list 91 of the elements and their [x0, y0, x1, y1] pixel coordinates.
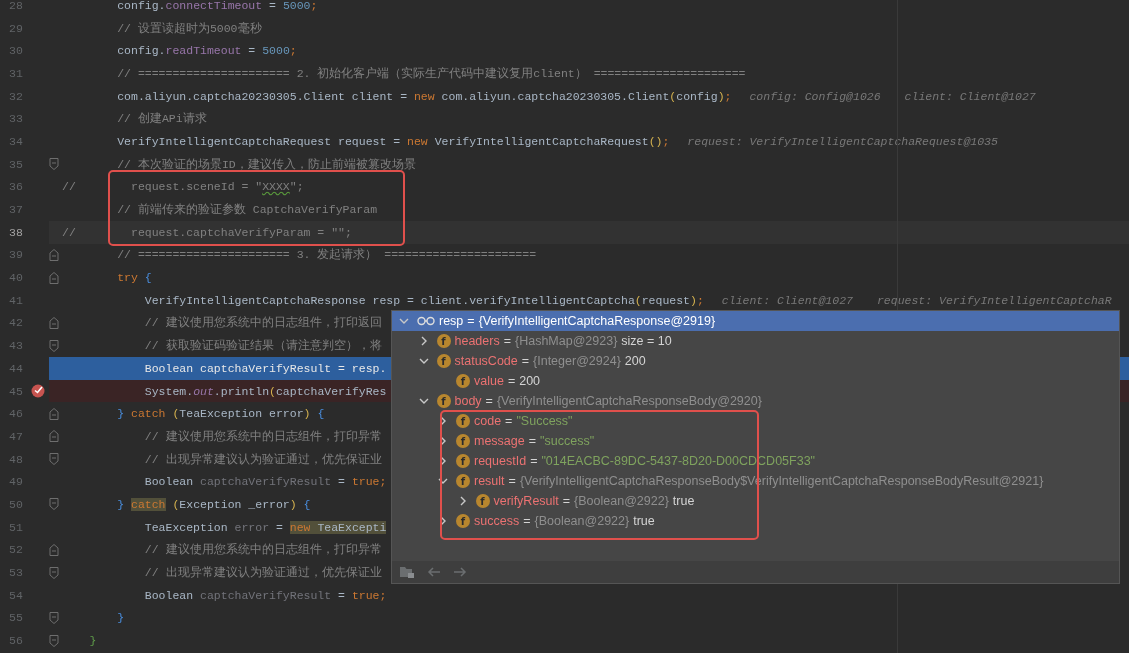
tree-row[interactable]: f statusCode = {Integer@2924} 200 — [392, 351, 1119, 371]
tree-row[interactable]: f body = {VerifyIntelligentCaptchaResponseBody@2920} — [392, 391, 1119, 411]
variable-label: success = {Boolean@2922} true — [474, 514, 655, 528]
code-line: System.out.println(captchaVerifyRes — [143, 384, 387, 398]
line-number: 41 — [8, 293, 24, 307]
code-line: // 建议使用您系统中的日志组件，打印异常 — [143, 428, 382, 444]
field-badge: f — [436, 394, 451, 408]
tree-row[interactable]: f headers = {HashMap@2923} size = 10 — [392, 331, 1119, 351]
code-line: // 设置读超时为5000毫秒 — [116, 20, 262, 36]
line-number: 49 — [8, 475, 24, 489]
code-line: config.connectTimeout = 5000; — [116, 0, 318, 12]
line-number: 56 — [8, 634, 24, 648]
code-line: // ====================== 3. 发起请求） ====================== — [116, 247, 537, 263]
variable-label: headers = {HashMap@2923} size = 10 — [454, 334, 672, 348]
tree-row[interactable]: f success = {Boolean@2922} true — [392, 511, 1119, 531]
variable-label: resp = {VerifyIntelligentCaptchaResponse@2919} — [439, 314, 716, 328]
code-line: try { — [116, 271, 152, 285]
line-number: 35 — [8, 157, 24, 171]
line-number: 33 — [8, 112, 24, 126]
line-number: 42 — [8, 316, 24, 330]
line-number: 30 — [8, 44, 24, 58]
line-number: 44 — [8, 361, 24, 375]
field-badge: f — [436, 354, 451, 368]
field-badge: f — [475, 494, 490, 508]
debug-value-hint: request: VerifyIntelligentCaptchaR — [876, 293, 1112, 307]
code-line: // 建议使用您系统中的日志组件，打印返回 — [143, 315, 382, 331]
field-badge: f — [456, 474, 470, 488]
tree-row[interactable]: f verifyResult = {Boolean@2922} true — [392, 491, 1119, 511]
field-badge: f — [456, 454, 470, 468]
line-number: 29 — [8, 21, 24, 35]
tree-row[interactable]: resp = {VerifyIntelligentCaptchaResponse@2919} — [392, 311, 1119, 331]
code-line: } — [88, 634, 97, 648]
code-line: // 出现异常建议认为验证通过，优先保证业 — [143, 451, 382, 467]
debug-value-hint: request: VerifyIntelligentCaptchaRequest@1035 — [687, 134, 998, 148]
debug-value-hint: config: Config@1026 — [749, 89, 881, 103]
variable-label: verifyResult = {Boolean@2922} true — [493, 494, 695, 508]
debug-value-hint: client: Client@1027 — [721, 293, 853, 307]
variable-label: statusCode = {Integer@2924} 200 — [454, 354, 646, 368]
field-badge: f — [456, 414, 470, 428]
line-number: 31 — [8, 66, 24, 80]
line-number: 36 — [8, 180, 24, 194]
code-line: // 获取验证码验证结果（请注意判空），将 — [143, 338, 382, 354]
tree-row[interactable]: f value = 200 — [392, 371, 1119, 391]
line-number: 37 — [8, 203, 24, 217]
line-number: 45 — [8, 384, 24, 398]
line-number: 53 — [8, 566, 24, 580]
code-line: Boolean captchaVerifyResult = resp. — [143, 361, 387, 375]
line-number: 40 — [8, 271, 24, 285]
code-line: // ====================== 2. 初始化客户端（实际生产代码中建议复用client） ====================== — [116, 65, 746, 81]
line-number: 46 — [8, 407, 24, 421]
variable-label: message = "success" — [474, 434, 595, 448]
code-line: } catch (Exception _error) { — [116, 497, 311, 511]
line-number: 43 — [8, 339, 24, 353]
field-badge: f — [436, 334, 451, 348]
line-number: 52 — [8, 543, 24, 557]
code-line: config.readTimeout = 5000; — [116, 44, 297, 58]
line-number: 28 — [8, 0, 24, 12]
code-line: Boolean captchaVerifyResult = true; — [143, 475, 387, 489]
debug-value-hint: client: Client@1027 — [904, 89, 1036, 103]
line-number: 55 — [8, 611, 24, 625]
field-badge: f — [456, 374, 470, 388]
code-line: com.aliyun.captcha20230305.Client client = new com.aliyun.captcha20230305.Client(config); — [116, 89, 732, 103]
line-number: 47 — [8, 429, 24, 443]
code-line: // 出现异常建议认为验证通过，优先保证业 — [143, 565, 382, 581]
line-number: 48 — [8, 452, 24, 466]
code-line: // 创建APi请求 — [116, 111, 207, 127]
line-number: 32 — [8, 89, 24, 103]
tree-row[interactable]: f code = "Success" — [392, 411, 1119, 431]
line-number: 51 — [8, 520, 24, 534]
tree-row[interactable]: f message = "success" — [392, 431, 1119, 451]
code-line: // 前端传来的验证参数 CaptchaVerifyParam — [116, 202, 378, 218]
variable-label: body = {VerifyIntelligentCaptchaResponseBody@2920} — [454, 394, 762, 408]
line-number: 39 — [8, 248, 24, 262]
code-line: VerifyIntelligentCaptchaRequest request = new VerifyIntelligentCaptchaRequest(); — [116, 134, 670, 148]
code-line: // 本次验证的场景ID，建议传入，防止前端被篡改场景 — [116, 156, 416, 172]
code-line: // request.sceneId = "XXXX"; — [62, 180, 304, 194]
variable-label: code = "Success" — [474, 414, 573, 428]
line-number: 38 — [8, 225, 24, 239]
field-badge: f — [456, 434, 470, 448]
line-number: 50 — [8, 497, 24, 511]
line-number: 34 — [8, 134, 24, 148]
code-line: } — [116, 611, 125, 625]
code-line: // 建议使用您系统中的日志组件，打印异常 — [143, 542, 382, 558]
code-line: } catch (TeaException error) { — [116, 407, 325, 421]
code-line: VerifyIntelligentCaptchaResponse resp = client.verifyIntelligentCaptcha(request); — [143, 293, 704, 307]
field-badge: f — [456, 514, 470, 528]
line-number: 54 — [8, 588, 24, 602]
code-line: Boolean captchaVerifyResult = true; — [143, 588, 387, 602]
code-line: // request.captchaVerifyParam = ""; — [62, 225, 352, 239]
variable-label: value = 200 — [474, 374, 541, 388]
code-line: TeaException error = new TeaExcepti — [143, 520, 387, 534]
